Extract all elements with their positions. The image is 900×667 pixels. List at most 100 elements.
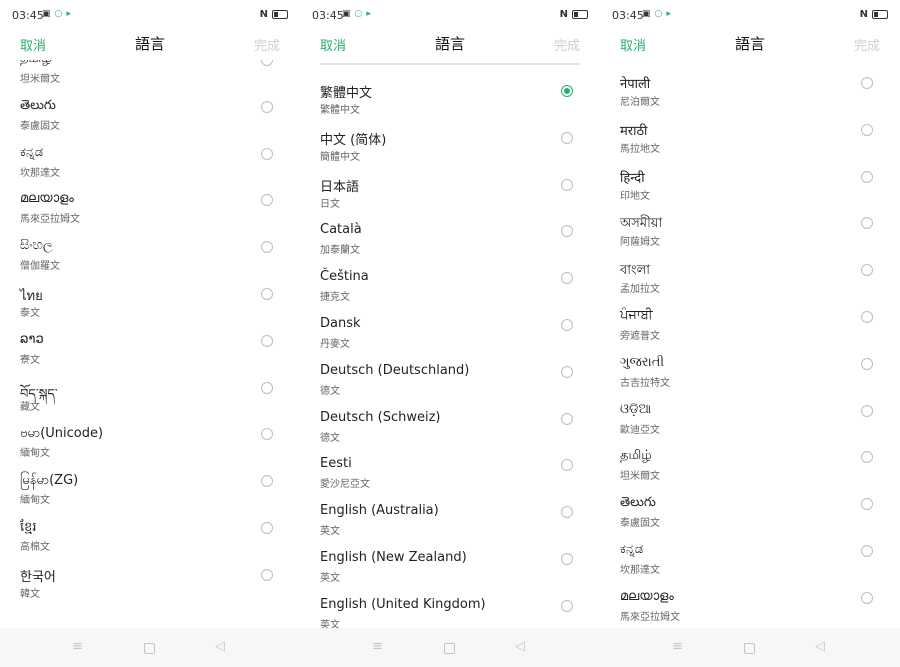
header-bar: 取消 語言 完成 — [600, 30, 900, 60]
menu-icon[interactable]: ≡ — [72, 640, 83, 654]
radio-icon[interactable] — [861, 123, 873, 136]
radio-icon[interactable] — [861, 311, 873, 323]
back-icon[interactable]: ◁ — [215, 640, 225, 654]
language-item[interactable]: ਪੰਜਾਬੀ 旁遮普文 — [600, 308, 900, 354]
language-item[interactable]: Čeština 捷克文 — [300, 269, 600, 315]
language-item[interactable]: English (United Kingdom) 英文 — [300, 597, 600, 628]
radio-icon[interactable] — [561, 178, 573, 191]
radio-icon[interactable] — [261, 522, 273, 534]
language-item[interactable]: ไทย 泰文 — [0, 285, 300, 331]
language-item[interactable]: Deutsch (Schweiz) 德文 — [300, 410, 600, 456]
language-item[interactable]: བོད་སྐད་ 藏文 — [0, 379, 300, 425]
radio-icon[interactable] — [261, 100, 273, 113]
language-item[interactable]: ဗမာ(Unicode) 緬甸文 — [0, 425, 300, 471]
radio-icon[interactable] — [561, 599, 573, 612]
language-item[interactable]: မြန်မာ(ZG) 緬甸文 — [0, 472, 300, 518]
home-icon[interactable] — [444, 643, 455, 654]
language-item[interactable]: नेपाली 尼泊爾文 — [600, 74, 900, 120]
done-button[interactable]: 完成 — [854, 35, 880, 54]
radio-icon[interactable] — [261, 381, 273, 394]
radio-icon[interactable] — [861, 357, 873, 370]
radio-icon[interactable] — [561, 225, 573, 238]
home-icon[interactable] — [744, 643, 755, 654]
language-item[interactable]: English (Australia) 英文 — [300, 503, 600, 549]
back-icon[interactable]: ◁ — [815, 640, 825, 654]
radio-icon[interactable] — [561, 319, 573, 331]
radio-icon[interactable] — [261, 334, 273, 347]
radio-icon[interactable] — [561, 365, 573, 378]
language-item[interactable]: ଓଡ଼ିଆ 歐迪亞文 — [600, 402, 900, 448]
language-subtitle: 古吉拉特文 — [620, 377, 670, 389]
language-subtitle: 德文 — [320, 385, 340, 397]
radio-icon[interactable] — [261, 428, 273, 441]
radio-icon[interactable] — [861, 217, 873, 230]
language-item[interactable]: ລາວ 寮文 — [0, 332, 300, 378]
language-item[interactable]: Deutsch (Deutschland) 德文 — [300, 363, 600, 409]
nfc-icon: N — [859, 9, 868, 20]
language-item[interactable]: ಕನ್ನಡ 坎那達文 — [600, 542, 900, 588]
language-item[interactable]: 한국어 韓文 — [0, 566, 300, 612]
language-item[interactable]: 日本語 日文 — [300, 176, 600, 222]
radio-icon[interactable] — [861, 545, 873, 557]
radio-icon[interactable] — [861, 498, 873, 511]
language-item[interactable]: ខ្មែរ 高棉文 — [0, 519, 300, 565]
home-icon[interactable] — [144, 643, 155, 654]
language-item[interactable]: Català 加泰蘭文 — [300, 222, 600, 268]
language-item[interactable]: मराठी 馬拉地文 — [600, 121, 900, 167]
radio-icon[interactable] — [261, 288, 273, 300]
radio-icon[interactable] — [861, 77, 873, 89]
language-item[interactable]: हिन्दी 印地文 — [600, 168, 900, 214]
language-item[interactable]: English (New Zealand) 英文 — [300, 550, 600, 596]
language-item[interactable]: ಕನ್ನಡ 坎那達文 — [0, 145, 300, 191]
radio-icon[interactable] — [861, 264, 873, 277]
language-subtitle: 捷克文 — [320, 292, 350, 304]
language-item[interactable]: தமிழ் 坦米爾文 — [600, 448, 900, 494]
language-item[interactable]: తెలుగు 泰盧固文 — [0, 98, 300, 144]
language-item[interactable]: Eesti 愛沙尼亞文 — [300, 456, 600, 502]
back-icon[interactable]: ◁ — [515, 640, 525, 654]
language-name: ខ្មែរ — [20, 520, 37, 535]
language-screen-1: 03:45 ▣ ○ ▸ N 取消 語言 完成 தமிழ் 坦米爾文 తెలుగు 泰盧… — [0, 0, 300, 667]
radio-icon[interactable] — [261, 147, 273, 160]
radio-icon[interactable] — [261, 475, 273, 488]
done-button[interactable]: 完成 — [554, 35, 580, 54]
language-name: తెలుగు — [620, 495, 656, 511]
language-item[interactable]: සිංහල 僧伽羅文 — [0, 238, 300, 284]
radio-icon[interactable] — [261, 60, 273, 66]
menu-icon[interactable]: ≡ — [672, 640, 683, 654]
radio-icon[interactable] — [561, 412, 573, 425]
radio-icon[interactable] — [561, 272, 573, 285]
radio-icon[interactable] — [261, 194, 273, 207]
radio-selected-icon[interactable] — [561, 85, 573, 97]
radio-icon[interactable] — [861, 451, 873, 464]
radio-icon[interactable] — [261, 241, 273, 254]
radio-icon[interactable] — [861, 170, 873, 183]
language-item[interactable]: Dansk 丹麥文 — [300, 316, 600, 362]
radio-icon[interactable] — [561, 459, 573, 472]
language-item[interactable]: অসমীয়া 阿薩姆文 — [600, 214, 900, 260]
language-item[interactable]: 繁體中文 繁體中文 — [300, 82, 600, 128]
language-item[interactable]: മലയാളം 馬來亞拉姆文 — [600, 589, 900, 628]
language-item[interactable]: 中文 (简体) 簡體中文 — [300, 129, 600, 175]
language-item[interactable]: বাংলা 孟加拉文 — [600, 261, 900, 307]
language-screen-3: 03:45 ▣ ○ ▸ N 取消 語言 完成 नेपाली 尼泊爾文 मराठी 馬拉… — [600, 0, 900, 667]
menu-icon[interactable]: ≡ — [372, 640, 383, 654]
system-nav-bar: ≡ ◁ — [600, 628, 900, 667]
language-item[interactable]: తెలుగు 泰盧固文 — [600, 495, 900, 541]
language-list[interactable]: नेपाली 尼泊爾文 मराठी 馬拉地文 हिन्दी 印地文 অসমীয়া 阿薩姆文 ব… — [600, 60, 900, 628]
language-item[interactable]: മലയാളം 馬來亞拉姆文 — [0, 191, 300, 237]
radio-icon[interactable] — [261, 568, 273, 581]
radio-icon[interactable] — [561, 131, 573, 144]
language-list[interactable]: 繁體中文 繁體中文 中文 (简体) 簡體中文 日本語 日文 Català 加泰蘭文 Češtin… — [300, 60, 600, 628]
language-item[interactable]: தமிழ் 坦米爾文 — [0, 60, 300, 97]
radio-icon[interactable] — [861, 591, 873, 604]
radio-icon[interactable] — [861, 404, 873, 417]
language-list[interactable]: தமிழ் 坦米爾文 తెలుగు 泰盧固文 ಕನ್ನಡ 坎那達文 മലയാളം 馬來亞拉姆文… — [0, 60, 300, 628]
language-subtitle: 英文 — [320, 526, 340, 538]
status-bar: 03:45 ▣ ○ ▸ N — [300, 0, 600, 30]
done-button[interactable]: 完成 — [254, 35, 280, 54]
language-name: ဗမာ(Unicode) — [20, 426, 104, 442]
language-item[interactable]: ગુજરાતી 古吉拉特文 — [600, 355, 900, 401]
radio-icon[interactable] — [561, 553, 573, 565]
radio-icon[interactable] — [561, 506, 573, 519]
